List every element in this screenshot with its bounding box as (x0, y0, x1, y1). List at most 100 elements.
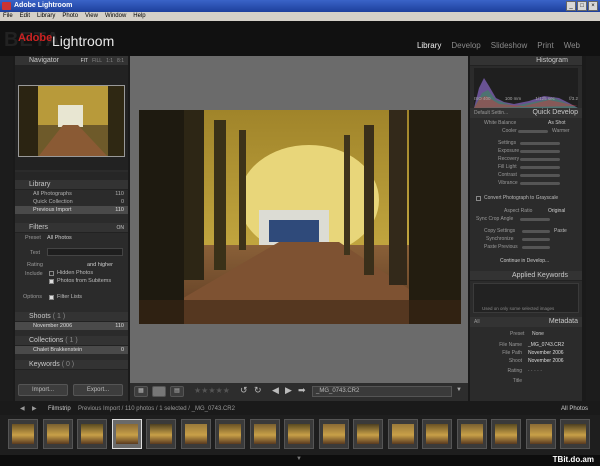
menu-library[interactable]: Library (37, 12, 55, 21)
filmstrip-thumbnail[interactable] (42, 419, 73, 449)
grayscale-checkbox[interactable] (476, 196, 481, 201)
metadata-view-select[interactable]: All (474, 317, 480, 327)
subitems-checkbox[interactable] (49, 279, 54, 284)
crop-angle-slider[interactable] (520, 218, 550, 221)
preset-dropdown[interactable]: All Photos (47, 235, 72, 241)
synchronize-button[interactable] (522, 238, 550, 241)
file-path-field[interactable]: November 2006 (528, 350, 564, 356)
grid-view-icon[interactable]: ▦ (134, 386, 148, 397)
filmstrip-thumbnail[interactable] (77, 419, 107, 449)
module-library[interactable]: Library (417, 41, 441, 50)
rotate-left-icon[interactable]: ↺ (240, 385, 248, 396)
text-filter-input[interactable] (47, 248, 123, 256)
filmstrip-filter-select[interactable]: All Photos (561, 403, 588, 415)
filmstrip-thumbnail[interactable] (146, 419, 176, 449)
filters-header[interactable]: Filters ON (15, 223, 128, 233)
filmstrip-thumbnail[interactable] (525, 419, 556, 449)
keywords-header[interactable]: Keywords ( 0 ) (15, 360, 128, 370)
module-develop[interactable]: Develop (451, 41, 480, 50)
play-icon[interactable]: ▶ (285, 385, 292, 396)
library-item-quick[interactable]: Quick Collection 0 (15, 198, 128, 206)
filmstrip-thumbnail[interactable] (422, 419, 452, 449)
zoom-8to1[interactable]: 8:1 (117, 56, 124, 65)
next-arrow-icon[interactable]: ➡ (298, 385, 306, 396)
filmstrip-thumbnail[interactable] (491, 419, 521, 449)
filters-toggle[interactable]: ON (117, 223, 125, 232)
zoom-fill[interactable]: FILL (92, 56, 102, 65)
zoom-fit[interactable]: FIT (81, 56, 89, 65)
forward-arrow-icon[interactable]: ▶ (32, 403, 37, 415)
histogram-header[interactable]: Histogram (470, 56, 582, 66)
toolbar-menu-icon[interactable]: ▼ (456, 387, 462, 393)
quick-develop-header[interactable]: Default Settin... Quick Develop (470, 108, 582, 118)
settings-slider[interactable] (520, 142, 560, 145)
rotate-right-icon[interactable]: ↻ (254, 385, 262, 396)
close-button[interactable]: × (588, 1, 598, 11)
filmstrip-thumbnail[interactable] (8, 419, 38, 449)
library-item-all[interactable]: All Photographs 110 (15, 190, 128, 198)
filmstrip-thumbnail[interactable] (180, 419, 211, 449)
filmstrip-thumbnail[interactable] (215, 419, 245, 449)
contrast-slider[interactable] (520, 174, 560, 177)
menu-view[interactable]: View (85, 12, 98, 21)
menu-photo[interactable]: Photo (62, 12, 78, 21)
shoots-header[interactable]: Shoots ( 1 ) (15, 312, 128, 322)
menu-window[interactable]: Window (105, 12, 126, 21)
filmstrip-thumbnail[interactable] (249, 419, 280, 449)
filmstrip-thumbnail[interactable] (318, 419, 349, 449)
navigator-thumbnail[interactable] (18, 85, 125, 157)
metadata-header[interactable]: All Metadata (470, 317, 582, 327)
filmstrip-thumbnail[interactable] (353, 419, 383, 449)
filmstrip-path[interactable]: Previous Import / 110 photos / 1 selecte… (78, 403, 235, 415)
module-web[interactable]: Web (564, 41, 580, 50)
library-item-previous[interactable]: Previous Import 110 (15, 206, 128, 214)
white-balance-select[interactable]: As Shot (548, 120, 566, 126)
filmstrip-thumbnail[interactable] (387, 419, 418, 449)
filmstrip-thumbnail[interactable] (111, 419, 142, 449)
exposure-slider[interactable] (520, 150, 560, 153)
right-edge-strip[interactable] (586, 56, 600, 401)
previous-arrow-icon[interactable]: ◀ (272, 385, 279, 396)
minimize-button[interactable]: _ (566, 1, 576, 11)
file-name-field[interactable]: _MG_0743.CR2 (528, 342, 564, 348)
hidden-photos-checkbox[interactable] (49, 271, 54, 276)
maximize-button[interactable]: □ (577, 1, 587, 11)
library-header[interactable]: Library (15, 180, 128, 190)
compare-view-icon[interactable]: ▤ (170, 386, 184, 397)
recovery-slider[interactable] (520, 158, 560, 161)
shoot-field[interactable]: November 2006 (528, 358, 564, 364)
metadata-preset-select[interactable]: None (532, 331, 544, 337)
collection-item[interactable]: Chalet Brakkenstein 0 (15, 346, 128, 354)
filter-lists-checkbox[interactable] (49, 295, 54, 300)
keywording-header[interactable]: Applied Keywords (470, 271, 582, 281)
back-arrow-icon[interactable]: ◀ (20, 403, 25, 415)
rating-condition[interactable]: and higher (87, 262, 113, 268)
filmstrip-thumbnail[interactable] (560, 419, 590, 449)
rating-stars[interactable]: ★★★★★ (194, 386, 230, 395)
vibrance-slider[interactable] (520, 182, 560, 185)
copy-settings-button[interactable] (522, 230, 550, 233)
continue-develop-link[interactable]: Continue in Develop... (500, 258, 549, 264)
export-button[interactable]: Export... (73, 384, 123, 396)
fill-light-slider[interactable] (520, 166, 560, 169)
rating-field[interactable]: · · · · · (528, 368, 542, 374)
paste-previous-button[interactable] (522, 246, 550, 249)
paste-button[interactable]: Paste (554, 228, 567, 234)
menu-file[interactable]: File (3, 12, 13, 21)
shoot-item[interactable]: November 2006 110 (15, 322, 128, 330)
collapse-arrow-icon[interactable]: ▼ (296, 456, 302, 462)
module-slideshow[interactable]: Slideshow (491, 41, 527, 50)
navigator-header[interactable]: Navigator FIT FILL 1:1 8:1 (15, 56, 128, 66)
filmstrip-thumbnail[interactable] (456, 419, 487, 449)
temperature-slider[interactable] (518, 130, 548, 133)
aspect-ratio-select[interactable]: Original (548, 208, 565, 214)
module-print[interactable]: Print (537, 41, 553, 50)
main-photo[interactable] (139, 110, 461, 324)
preset-select[interactable]: Default Settin... (474, 108, 508, 118)
collections-header[interactable]: Collections ( 1 ) (15, 336, 128, 346)
zoom-1to1[interactable]: 1:1 (106, 56, 113, 65)
filename-field[interactable]: _MG_0743.CR2 (312, 386, 452, 397)
loupe-view-icon[interactable] (152, 386, 166, 397)
left-edge-strip[interactable] (0, 56, 13, 401)
menu-edit[interactable]: Edit (20, 12, 30, 21)
